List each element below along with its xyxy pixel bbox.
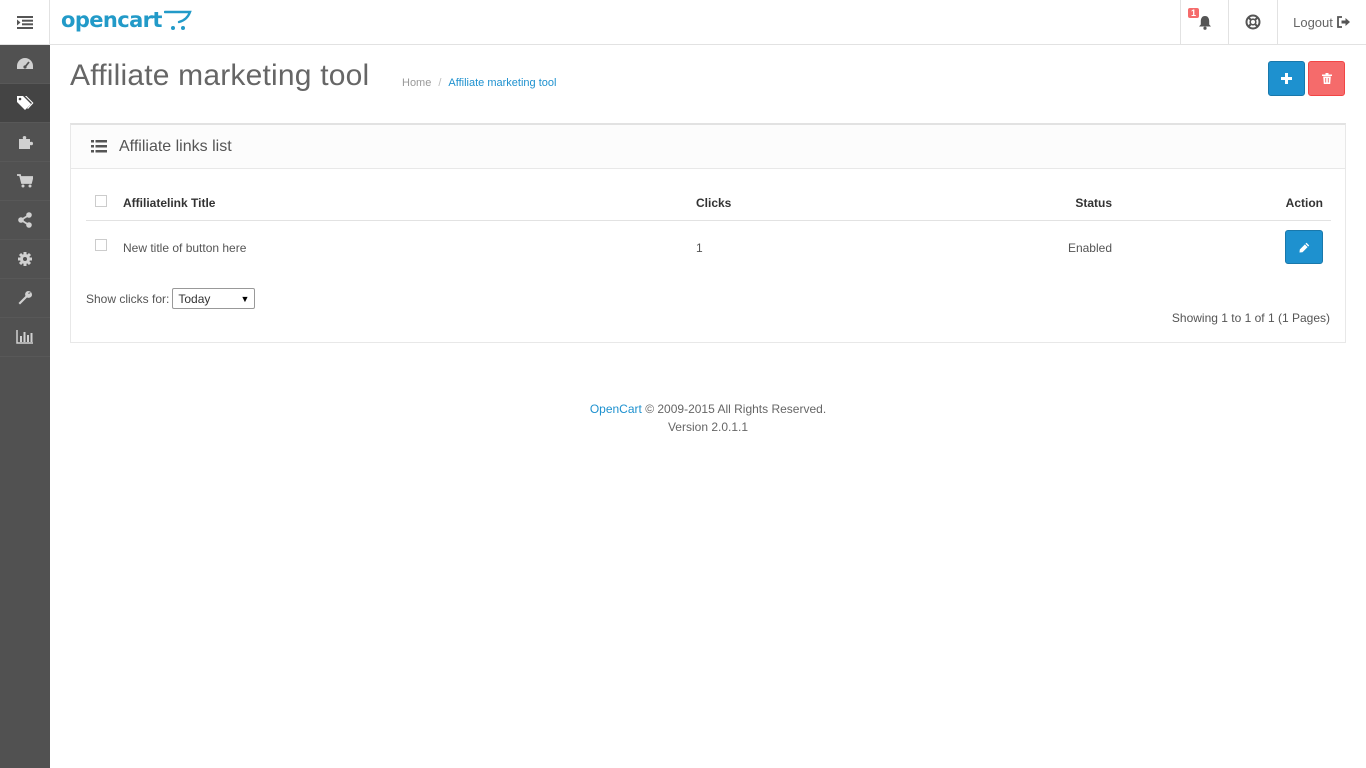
select-value: Today [178, 291, 211, 306]
pencil-icon [1299, 242, 1309, 252]
panel-title: Affiliate links list [119, 137, 232, 155]
affiliate-links-panel: Affiliate links list Affiliatelink Title… [70, 123, 1346, 343]
top-header: opencart 1 Logout [0, 0, 1366, 45]
sidebar-item-marketing[interactable] [0, 201, 50, 240]
logout-button[interactable]: Logout [1277, 0, 1366, 44]
row-clicks: 1 [696, 241, 703, 255]
add-button[interactable] [1268, 61, 1305, 96]
sidebar-item-system[interactable] [0, 240, 50, 279]
help-button[interactable] [1228, 0, 1277, 44]
affiliate-links-table: Affiliatelink Title Clicks Status Action… [86, 181, 1331, 265]
breadcrumb-home[interactable]: Home [402, 77, 431, 89]
plus-icon [1281, 73, 1292, 84]
sidebar-item-catalog[interactable] [0, 84, 50, 123]
row-status: Enabled [1067, 241, 1112, 255]
version-text: Version 2.0.1.1 [667, 420, 749, 434]
edit-button[interactable] [1285, 230, 1323, 264]
cart-icon [17, 174, 33, 188]
select-all-checkbox[interactable] [95, 195, 107, 207]
sidebar-item-reports[interactable] [0, 318, 50, 357]
sidebar-item-sales[interactable] [0, 162, 50, 201]
bar-chart-icon [16, 330, 33, 344]
clicks-filter: Show clicks for: Today ▼ [86, 288, 256, 309]
logout-label: Logout [1293, 14, 1333, 30]
row-title: New title of button here [123, 241, 247, 255]
life-ring-icon [1245, 14, 1261, 30]
bell-icon [1198, 15, 1211, 30]
trash-icon [1321, 73, 1332, 84]
share-icon [18, 212, 32, 228]
column-header-status[interactable]: Status [1075, 196, 1112, 210]
page-title: Affiliate marketing tool [70, 59, 370, 92]
puzzle-icon [19, 136, 33, 149]
tags-icon [17, 96, 34, 110]
panel-heading: Affiliate links list [71, 125, 1345, 169]
sidebar-item-tools[interactable] [0, 279, 50, 318]
notifications-button[interactable]: 1 [1180, 0, 1228, 44]
breadcrumb-current[interactable]: Affiliate marketing tool [448, 77, 556, 89]
logo-cart-icon [163, 10, 192, 30]
column-header-title[interactable]: Affiliatelink Title [123, 196, 215, 210]
pagination-summary: Showing 1 to 1 of 1 (1 Pages) [1171, 311, 1330, 325]
sign-out-icon [1336, 16, 1350, 28]
sidebar-nav [0, 45, 50, 768]
breadcrumb-separator: / [438, 77, 442, 89]
delete-button[interactable] [1308, 61, 1345, 96]
footer-copyright-line: OpenCart © 2009-2015 All Rights Reserved… [50, 400, 1366, 418]
gear-icon [18, 252, 32, 266]
filter-label: Show clicks for: [86, 291, 170, 306]
footer: OpenCart © 2009-2015 All Rights Reserved… [50, 400, 1366, 436]
breadcrumb: Home / Affiliate marketing tool [402, 77, 556, 89]
opencart-logo[interactable]: opencart [61, 7, 192, 37]
row-checkbox[interactable] [95, 239, 107, 251]
column-header-clicks[interactable]: Clicks [696, 196, 731, 210]
notification-badge: 1 [1188, 8, 1200, 18]
logo-text: opencart [61, 8, 162, 32]
clicks-period-select[interactable]: Today ▼ [172, 288, 256, 309]
copyright-text: © 2009-2015 All Rights Reserved. [645, 402, 827, 416]
wrench-icon [18, 291, 32, 305]
sidebar-item-extensions[interactable] [0, 123, 50, 162]
menu-toggle-icon [16, 15, 33, 29]
header-actions: 1 Logout [1180, 0, 1366, 44]
column-header-action: Action [1285, 196, 1323, 210]
sidebar-item-dashboard[interactable] [0, 45, 50, 84]
opencart-link[interactable]: OpenCart [590, 402, 642, 416]
table-header-row: Affiliatelink Title Clicks Status Action [86, 181, 1331, 221]
menu-toggle-button[interactable] [0, 0, 50, 44]
list-icon [91, 140, 107, 153]
dropdown-arrow-icon: ▼ [240, 293, 250, 304]
table-row: New title of button here 1 Enabled [86, 221, 1331, 265]
dashboard-icon [17, 58, 33, 69]
